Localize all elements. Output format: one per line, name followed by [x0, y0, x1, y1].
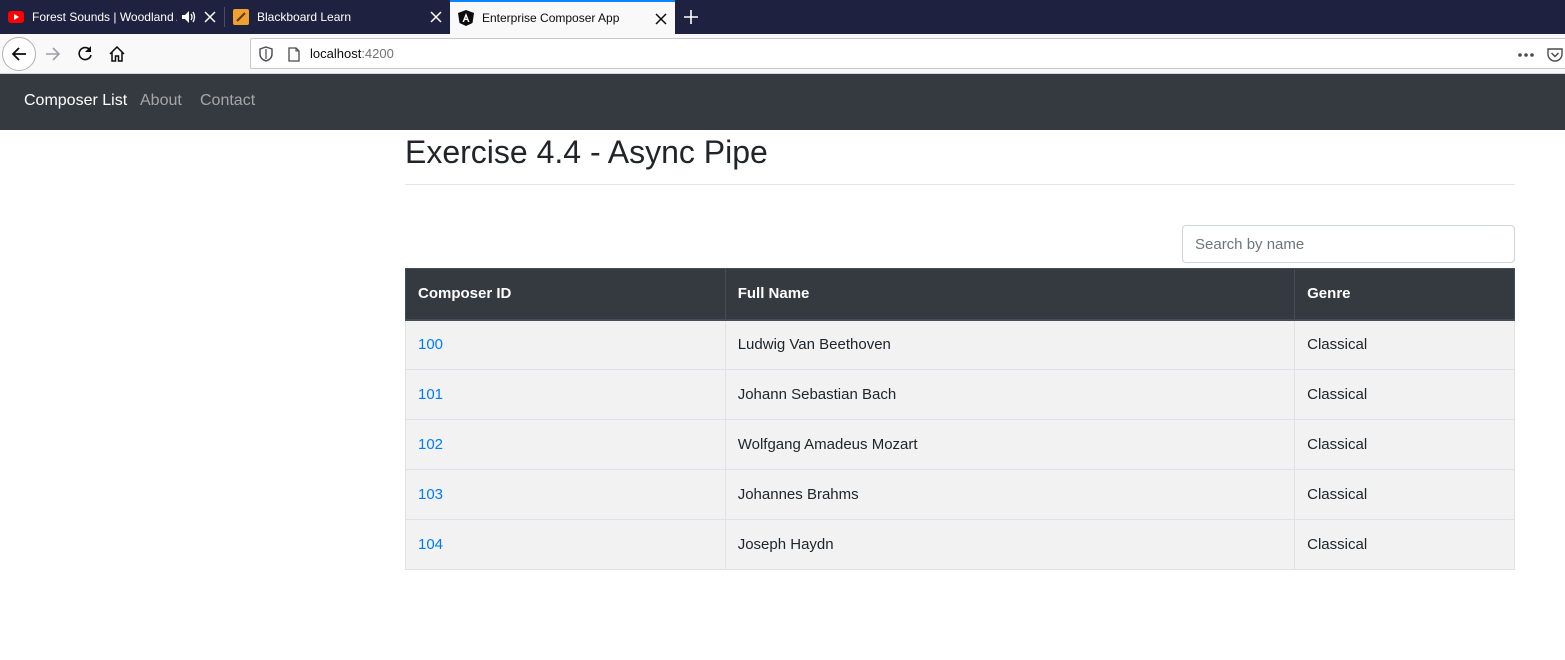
- plus-icon: [684, 10, 698, 24]
- table-header-row: Composer ID Full Name Genre: [405, 268, 1515, 321]
- table-row: 101 Johann Sebastian Bach Classical: [405, 369, 1515, 420]
- composer-id-cell: 100: [405, 319, 726, 370]
- close-tab-icon[interactable]: [655, 2, 667, 36]
- genre-cell: Classical: [1294, 419, 1515, 470]
- full-name-cell: Johann Sebastian Bach: [724, 369, 1296, 420]
- arrow-right-icon: [46, 47, 61, 61]
- composer-id-link[interactable]: 101: [418, 386, 443, 403]
- shield-icon[interactable]: [259, 46, 273, 62]
- tab-title: Blackboard Learn: [257, 10, 352, 24]
- search-input[interactable]: [1182, 225, 1515, 263]
- nav-brand-composer-list[interactable]: Composer List: [24, 92, 127, 110]
- genre-cell: Classical: [1294, 369, 1515, 420]
- browser-tab-strip: Forest Sounds | Woodland Ambience Blackb…: [0, 0, 1565, 34]
- composer-id-cell: 102: [405, 419, 726, 470]
- full-name-cell: Johannes Brahms: [724, 469, 1296, 520]
- tab-blackboard[interactable]: Blackboard Learn: [225, 0, 450, 34]
- speaker-icon[interactable]: [182, 11, 196, 23]
- composer-id-link[interactable]: 102: [418, 436, 443, 453]
- close-tab-icon[interactable]: [204, 0, 216, 34]
- arrow-left-icon: [11, 47, 26, 61]
- url-port: :4200: [361, 46, 394, 61]
- composer-id-link[interactable]: 100: [418, 336, 443, 353]
- browser-toolbar: localhost:4200: [0, 34, 1565, 74]
- reload-button[interactable]: [68, 37, 102, 71]
- tab-enterprise-composer-app[interactable]: Enterprise Composer App: [450, 0, 675, 34]
- reload-icon: [78, 46, 92, 61]
- pocket-icon[interactable]: [1547, 47, 1563, 62]
- genre-cell: Classical: [1294, 519, 1515, 570]
- composer-id-cell: 104: [405, 519, 726, 570]
- composer-id-cell: 103: [405, 469, 726, 520]
- angular-icon: [458, 10, 474, 26]
- url-host: localhost: [310, 46, 362, 61]
- column-header-full-name: Full Name: [724, 268, 1296, 321]
- table-row: 100 Ludwig Van Beethoven Classical: [405, 319, 1515, 370]
- table-row: 102 Wolfgang Amadeus Mozart Classical: [405, 419, 1515, 470]
- address-bar[interactable]: localhost:4200: [250, 38, 1565, 69]
- forward-button[interactable]: [36, 37, 70, 71]
- nav-link-about[interactable]: About: [140, 92, 182, 110]
- column-header-genre: Genre: [1294, 268, 1515, 321]
- url-text[interactable]: localhost:4200: [310, 46, 394, 61]
- composer-id-link[interactable]: 104: [418, 536, 443, 553]
- url-actions: [1517, 39, 1565, 70]
- tab-forest-sounds[interactable]: Forest Sounds | Woodland Ambience: [0, 0, 224, 34]
- home-button[interactable]: [100, 37, 134, 71]
- tab-title: Forest Sounds | Woodland Ambience: [32, 10, 177, 24]
- genre-cell: Classical: [1294, 469, 1515, 520]
- nav-link-contact[interactable]: Contact: [200, 92, 255, 110]
- page-title: Exercise 4.4 - Async Pipe: [405, 134, 768, 170]
- composer-id-link[interactable]: 103: [418, 486, 443, 503]
- column-header-composer-id: Composer ID: [405, 268, 726, 321]
- composer-table: Composer ID Full Name Genre 100 Ludwig V…: [405, 268, 1515, 570]
- table-row: 104 Joseph Haydn Classical: [405, 519, 1515, 570]
- page-icon[interactable]: [288, 47, 300, 62]
- home-icon: [109, 46, 125, 62]
- full-name-cell: Ludwig Van Beethoven: [724, 319, 1296, 370]
- close-tab-icon[interactable]: [430, 0, 442, 34]
- title-divider: [405, 184, 1515, 185]
- composer-id-cell: 101: [405, 369, 726, 420]
- table-row: 103 Johannes Brahms Classical: [405, 469, 1515, 520]
- youtube-icon: [8, 11, 24, 23]
- full-name-cell: Joseph Haydn: [724, 519, 1296, 570]
- blackboard-icon: [233, 9, 249, 25]
- genre-cell: Classical: [1294, 319, 1515, 370]
- full-name-cell: Wolfgang Amadeus Mozart: [724, 419, 1296, 470]
- more-actions-icon[interactable]: [1517, 52, 1535, 58]
- new-tab-button[interactable]: [676, 0, 706, 34]
- back-button[interactable]: [2, 37, 36, 71]
- app-navbar: Composer List About Contact: [0, 74, 1565, 130]
- tab-title: Enterprise Composer App: [482, 11, 620, 25]
